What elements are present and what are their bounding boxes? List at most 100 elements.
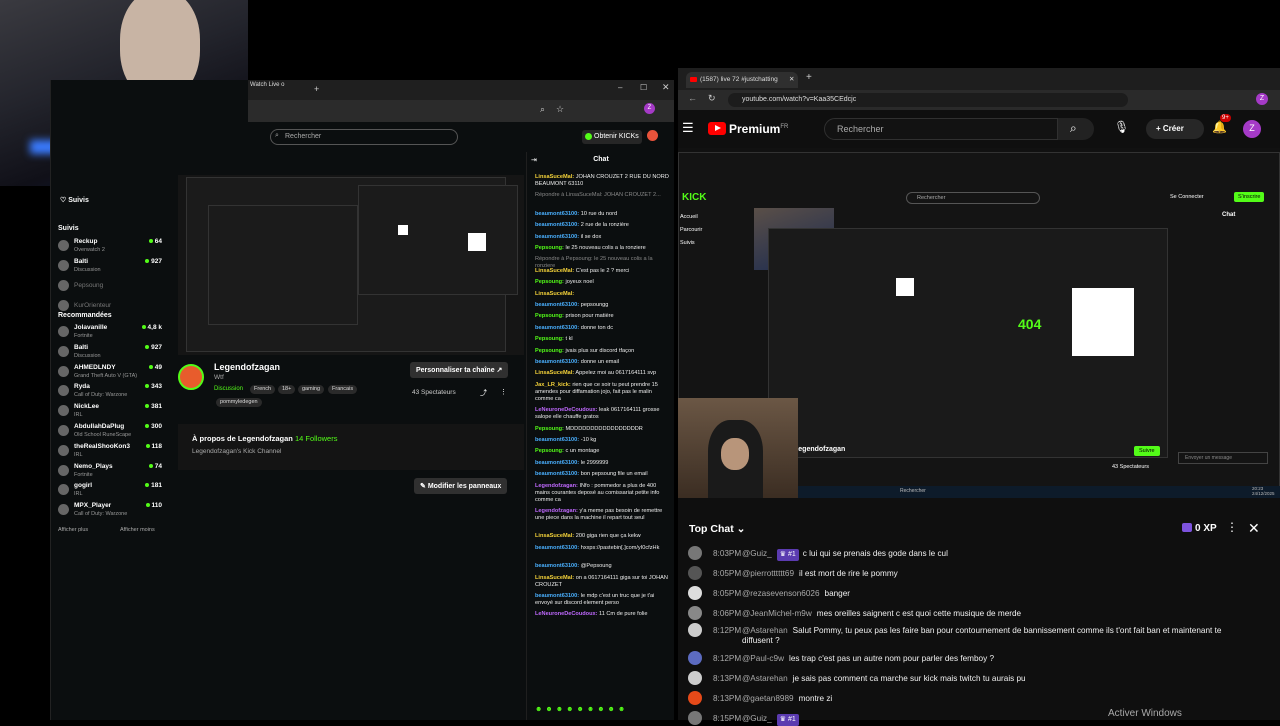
chat-username[interactable]: beaumont63100:: [535, 460, 579, 466]
close-icon[interactable]: ✕: [1248, 520, 1260, 537]
new-tab-icon[interactable]: +: [806, 72, 812, 83]
sidebar-item-recommended[interactable]: Ryda Call of Duty: Warzone 343: [58, 383, 162, 403]
sidebar-item-recommended[interactable]: NickLee IRL 381: [58, 403, 162, 423]
chat-username[interactable]: LinsaSuceMal:: [535, 575, 574, 581]
customize-channel-button[interactable]: Personnaliser ta chaîne ↗: [410, 362, 509, 378]
sidebar-item-recommended[interactable]: AbdullahDaPlug Old School RuneScape 300: [58, 423, 162, 443]
tag[interactable]: 18+: [278, 385, 296, 394]
chat-username[interactable]: beaumont63100:: [535, 563, 579, 569]
chat-username[interactable]: @Guiz_: [742, 549, 772, 558]
chat-username[interactable]: Pepsoung:: [535, 336, 564, 342]
chat-username[interactable]: LeNeuroneDeCoudoux:: [535, 407, 597, 413]
emote-bar[interactable]: ☻☻☻☻☻☻☻☻☻: [535, 706, 628, 713]
category-link[interactable]: Discussion: [214, 386, 243, 392]
chat-username[interactable]: beaumont63100:: [535, 222, 579, 228]
back-icon[interactable]: ←: [688, 93, 697, 103]
new-tab-icon[interactable]: +: [314, 84, 319, 94]
avatar[interactable]: [688, 566, 702, 580]
chat-username[interactable]: beaumont63100:: [535, 437, 579, 443]
show-more-link[interactable]: Afficher plus: [58, 527, 88, 533]
sidebar-item-reckup[interactable]: Reckup Overwatch 2 64: [58, 238, 162, 258]
chat-username[interactable]: beaumont63100:: [535, 471, 579, 477]
chat-username[interactable]: beaumont63100:: [535, 325, 579, 331]
chat-username[interactable]: Pepsoung:: [535, 313, 564, 319]
close-tab-icon[interactable]: ✕: [789, 75, 794, 83]
maximize-icon[interactable]: ☐: [640, 83, 647, 92]
sidebar-following-header[interactable]: ♡ Suivis: [60, 196, 89, 204]
profile-avatar[interactable]: Z: [1256, 93, 1268, 105]
chat-username[interactable]: @rezasevenson6026: [742, 589, 820, 598]
chat-username[interactable]: @JeanMichel-m9w: [742, 609, 812, 618]
sidebar-item-recommended[interactable]: MPX_Player Call of Duty: Warzone 110: [58, 502, 162, 522]
kick-browser-tab[interactable]: Watch Live o: [250, 82, 284, 88]
chat-username[interactable]: LeNeuroneDeCoudoux:: [535, 611, 597, 617]
avatar[interactable]: [688, 651, 702, 665]
more-options-icon[interactable]: ⋮: [1226, 520, 1238, 534]
chat-username[interactable]: LinsaSuceMal:: [535, 370, 574, 376]
address-input[interactable]: youtube.com/watch?v=Kaa35CEdcjc: [728, 93, 1128, 107]
sidebar-item-recommended[interactable]: Jolavanille Fortnite 4,8 k: [58, 324, 162, 344]
close-window-icon[interactable]: ✕: [662, 82, 670, 93]
edit-panels-button[interactable]: ✎ Modifier les panneaux: [414, 478, 508, 494]
avatar[interactable]: [688, 711, 702, 725]
chat-username[interactable]: @gaetan8989: [742, 694, 794, 703]
chat-username[interactable]: LinsaSuceMal:: [535, 533, 574, 539]
avatar[interactable]: Z: [1243, 120, 1261, 138]
profile-avatar[interactable]: Z: [644, 103, 655, 114]
chat-username[interactable]: LinsaSuceMal:: [535, 291, 574, 297]
microphone-icon[interactable]: 🎙: [1114, 120, 1129, 134]
chat-username[interactable]: beaumont63100:: [535, 302, 579, 308]
top-chat-selector[interactable]: Top Chat ⌄: [689, 523, 745, 535]
sidebar-item-pepsoung[interactable]: Pepsoung: [58, 278, 162, 298]
xp-badge[interactable]: 0 XP: [1182, 523, 1217, 534]
chat-username[interactable]: Jax_LR_kick:: [535, 382, 571, 388]
chat-username[interactable]: Legendofzagan:: [535, 483, 578, 489]
chat-username[interactable]: Pepsoung:: [535, 245, 564, 251]
chat-username[interactable]: @Astarehan: [742, 674, 788, 683]
sidebar-item-recommended[interactable]: Nemo_Plays Fortnite 74: [58, 463, 162, 483]
bookmark-star-icon[interactable]: ☆: [556, 104, 564, 115]
bell-icon[interactable]: 🔔: [1212, 120, 1227, 134]
avatar[interactable]: [688, 606, 702, 620]
sidebar-item-recommended[interactable]: theRealShooKon3 IRL 118: [58, 443, 162, 463]
avatar[interactable]: [688, 586, 702, 600]
chat-username[interactable]: beaumont63100:: [535, 545, 579, 551]
chat-username[interactable]: Pepsoung:: [535, 448, 564, 454]
show-less-link[interactable]: Afficher moins: [120, 527, 155, 533]
sidebar-item-recommended[interactable]: gogirl IRL 181: [58, 482, 162, 502]
kick-search-input[interactable]: ⌕ Rechercher: [270, 129, 458, 145]
chat-username[interactable]: Legendofzagan:: [535, 508, 578, 514]
options-icon[interactable]: ⋮: [500, 388, 507, 396]
chat-username[interactable]: @pierrotttttt69: [742, 569, 794, 578]
reload-icon[interactable]: ↻: [708, 93, 716, 104]
user-avatar[interactable]: [647, 130, 658, 141]
chat-username[interactable]: LinsaSuceMal:: [535, 174, 574, 180]
youtube-logo[interactable]: PremiumFR: [708, 122, 788, 136]
channel-avatar[interactable]: [178, 364, 204, 390]
tag[interactable]: pommyledegen: [216, 398, 262, 407]
create-button[interactable]: + Créer: [1146, 119, 1204, 139]
chat-username[interactable]: beaumont63100:: [535, 359, 579, 365]
chat-username[interactable]: Pepsoung:: [535, 279, 564, 285]
sidebar-item-balti[interactable]: Balti Discussion 927: [58, 258, 162, 278]
get-kicks-button[interactable]: Obtenir KICKs: [582, 130, 642, 144]
chat-username[interactable]: @Astarehan: [742, 626, 788, 635]
channel-name[interactable]: Legendofzagan: [214, 362, 280, 372]
avatar[interactable]: [688, 671, 702, 685]
zoom-icon[interactable]: ⌕: [540, 104, 545, 115]
chat-username[interactable]: beaumont63100:: [535, 234, 579, 240]
tag[interactable]: Francais: [328, 385, 358, 394]
share-icon[interactable]: ⤴: [480, 388, 487, 398]
avatar[interactable]: [688, 623, 702, 637]
youtube-browser-tab[interactable]: (1587) live 72 #justchatting ✕: [686, 72, 798, 88]
tag[interactable]: French: [250, 385, 276, 394]
sidebar-item-recommended[interactable]: Balti Discussion 927: [58, 344, 162, 364]
chat-username[interactable]: @Paul-c9w: [742, 654, 784, 663]
video-player[interactable]: [178, 175, 524, 355]
search-button[interactable]: ⌕: [1058, 118, 1094, 140]
avatar[interactable]: [688, 691, 702, 705]
tag[interactable]: gaming: [298, 385, 325, 394]
menu-icon[interactable]: ☰: [682, 120, 694, 136]
youtube-search-input[interactable]: Rechercher: [824, 118, 1058, 140]
avatar[interactable]: [688, 546, 702, 560]
